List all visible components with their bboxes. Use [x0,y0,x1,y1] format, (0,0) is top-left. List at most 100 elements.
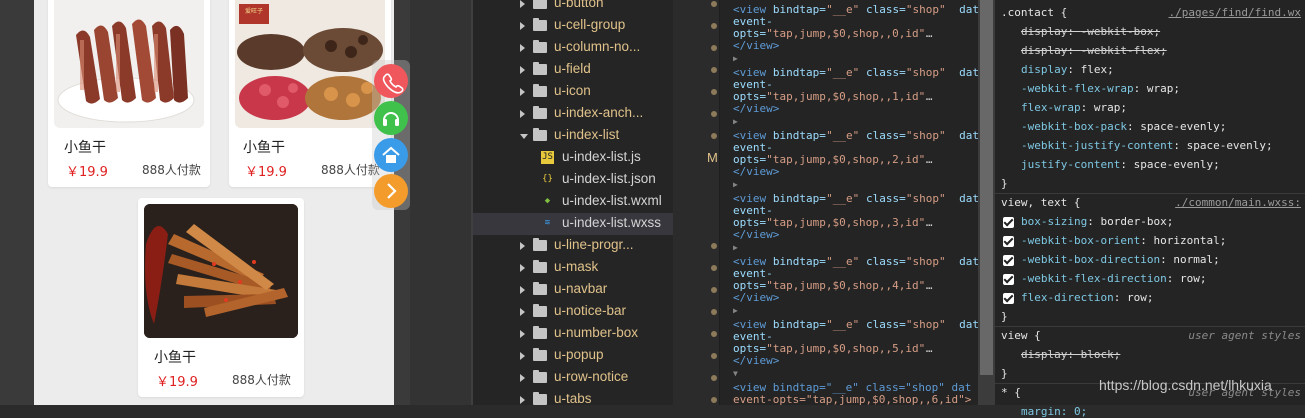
chevron-right-icon[interactable] [520,308,525,316]
tree-folder[interactable]: u-notice-bar [473,301,717,323]
css-declaration[interactable]: -webkit-box-pack: space-evenly; [1021,120,1226,133]
css-declaration[interactable]: display: -webkit-flex; [1021,44,1167,57]
css-declaration[interactable]: display: -webkit-box; [1021,25,1160,38]
tree-folder[interactable]: u-navbar [473,279,717,301]
wxml-attr: dat [959,129,979,142]
css-declaration[interactable]: -webkit-flex-wrap: wrap; [1021,82,1180,95]
home-button[interactable] [374,138,408,172]
product-card[interactable]: 小鱼干 ￥19.9 888人付款 [48,0,210,187]
tree-item-label: u-field [554,61,591,76]
wxml-attr: class= [866,66,906,79]
chevron-right-icon[interactable] [520,44,525,52]
folder-icon [533,18,547,31]
tree-item-label: u-line-progr... [554,237,634,252]
css-source-link[interactable]: ./pages/find/find.wx [1169,6,1301,19]
css-colon: : [1140,234,1154,247]
tree-file[interactable]: {} u-index-list.json [473,169,673,191]
customer-service-button[interactable] [374,101,408,135]
css-source-link[interactable]: ./common/main.wxss: [1175,196,1301,209]
declaration-checkbox[interactable] [1003,236,1014,247]
wxml-attr-value: "shop" [905,255,946,268]
chevron-right-icon[interactable] [520,0,525,8]
wxml-collapsed-ellipsis: … [925,90,933,103]
tree-folder[interactable]: u-popup [473,345,717,367]
phone-button[interactable] [374,64,408,98]
product-image [54,0,204,128]
declaration-checkbox[interactable] [1003,217,1014,228]
css-declaration[interactable]: flex-direction: row; [1021,291,1153,304]
tree-item-label: u-index-list.wxss [562,215,662,230]
css-declaration[interactable]: -webkit-justify-content: space-evenly; [1021,139,1273,152]
tree-folder[interactable]: u-index-anch... [473,103,717,125]
tree-file[interactable]: ◆ u-index-list.wxml [473,191,673,213]
tree-folder[interactable]: u-index-list [473,125,717,147]
css-declaration[interactable]: display: block; [1021,348,1120,361]
chevron-right-icon[interactable] [520,286,525,294]
chevron-right-icon[interactable] [520,242,525,250]
product-card[interactable]: 爱旺子 小鱼干 ￥19.9 888人付款 [229,0,391,187]
declaration-checkbox[interactable] [1003,255,1014,266]
css-declaration[interactable]: box-sizing: border-box; [1021,215,1173,228]
git-status-dot [711,309,717,315]
css-declaration[interactable]: justify-content: space-evenly; [1021,158,1220,171]
chevron-right-icon[interactable] [520,110,525,118]
chevron-right-icon[interactable] [520,330,525,338]
expand-triangle-icon[interactable]: ▶ [733,54,738,63]
tree-file[interactable]: ≋ u-index-list.wxss [473,213,673,235]
tree-folder[interactable]: u-line-progr... [473,235,717,257]
wxml-attr-value: "__e" [826,255,860,268]
git-status-dot [711,397,717,403]
chevron-right-icon[interactable] [520,396,525,404]
chevron-down-icon[interactable] [520,134,528,139]
tree-folder[interactable]: u-cell-group [473,15,717,37]
wxml-attr-value: "shop" [905,3,946,16]
css-colon: : [1067,63,1081,76]
css-declaration[interactable]: -webkit-box-direction: normal; [1021,253,1220,266]
chevron-right-icon[interactable] [520,374,525,382]
wxml-scrollbar-thumb[interactable] [980,0,993,375]
product-sold-count: 888人付款 [142,163,201,177]
expand-triangle-icon[interactable]: ▼ [733,369,738,378]
tree-folder[interactable]: u-number-box [473,323,717,345]
next-button[interactable] [374,174,408,208]
declaration-checkbox[interactable] [1003,274,1014,285]
tree-folder[interactable]: u-button [473,0,717,15]
css-declaration[interactable]: display: flex; [1021,63,1114,76]
wxml-file-icon: ◆ [544,196,551,206]
chevron-right-icon[interactable] [520,22,525,30]
wxml-tag-close: </view> [733,228,780,241]
wxml-attr-value: event-opts="tap,jump,$0,shop,,6,id"> [733,393,972,406]
product-card[interactable]: 小鱼干 ￥19.9 888人付款 [138,198,304,397]
css-colon: : [1067,44,1081,57]
tree-folder[interactable]: u-field [473,59,717,81]
expand-triangle-icon[interactable]: ▶ [733,117,738,126]
tree-folder[interactable]: u-tabs [473,389,717,411]
expand-triangle-icon[interactable]: ▶ [733,306,738,315]
wxml-attr-value: "__e" [826,318,860,331]
tree-folder[interactable]: u-icon [473,81,717,103]
wxml-attr-value: "__e" [826,66,860,79]
wxml-attr: class= [866,255,906,268]
expand-triangle-icon[interactable]: ▶ [733,180,738,189]
git-status-dot [711,243,717,249]
tree-folder[interactable]: u-column-no... [473,37,717,59]
css-property-value: space-evenly; [1186,139,1273,152]
product-sold-count: 888人付款 [232,373,291,387]
chevron-right-icon[interactable] [520,88,525,96]
tree-folder[interactable]: u-mask [473,257,717,279]
git-status-dot [711,331,717,337]
chevron-right-icon [387,183,397,199]
css-declaration[interactable]: margin: 0; [1021,405,1087,418]
chevron-right-icon[interactable] [520,264,525,272]
chevron-right-icon[interactable] [520,66,525,74]
css-declaration[interactable]: flex-wrap: wrap; [1021,101,1127,114]
declaration-checkbox[interactable] [1003,293,1014,304]
expand-triangle-icon[interactable]: ▶ [733,243,738,252]
css-declaration[interactable]: -webkit-box-orient: horizontal; [1021,234,1226,247]
tree-folder[interactable]: u-row-notice [473,367,717,389]
css-declaration[interactable]: -webkit-flex-direction: row; [1021,272,1206,285]
chevron-right-icon[interactable] [520,352,525,360]
tree-item-label: u-index-list.json [562,171,656,186]
wxml-attr: class= [866,318,906,331]
tree-file[interactable]: JS u-index-list.js M [473,147,718,169]
